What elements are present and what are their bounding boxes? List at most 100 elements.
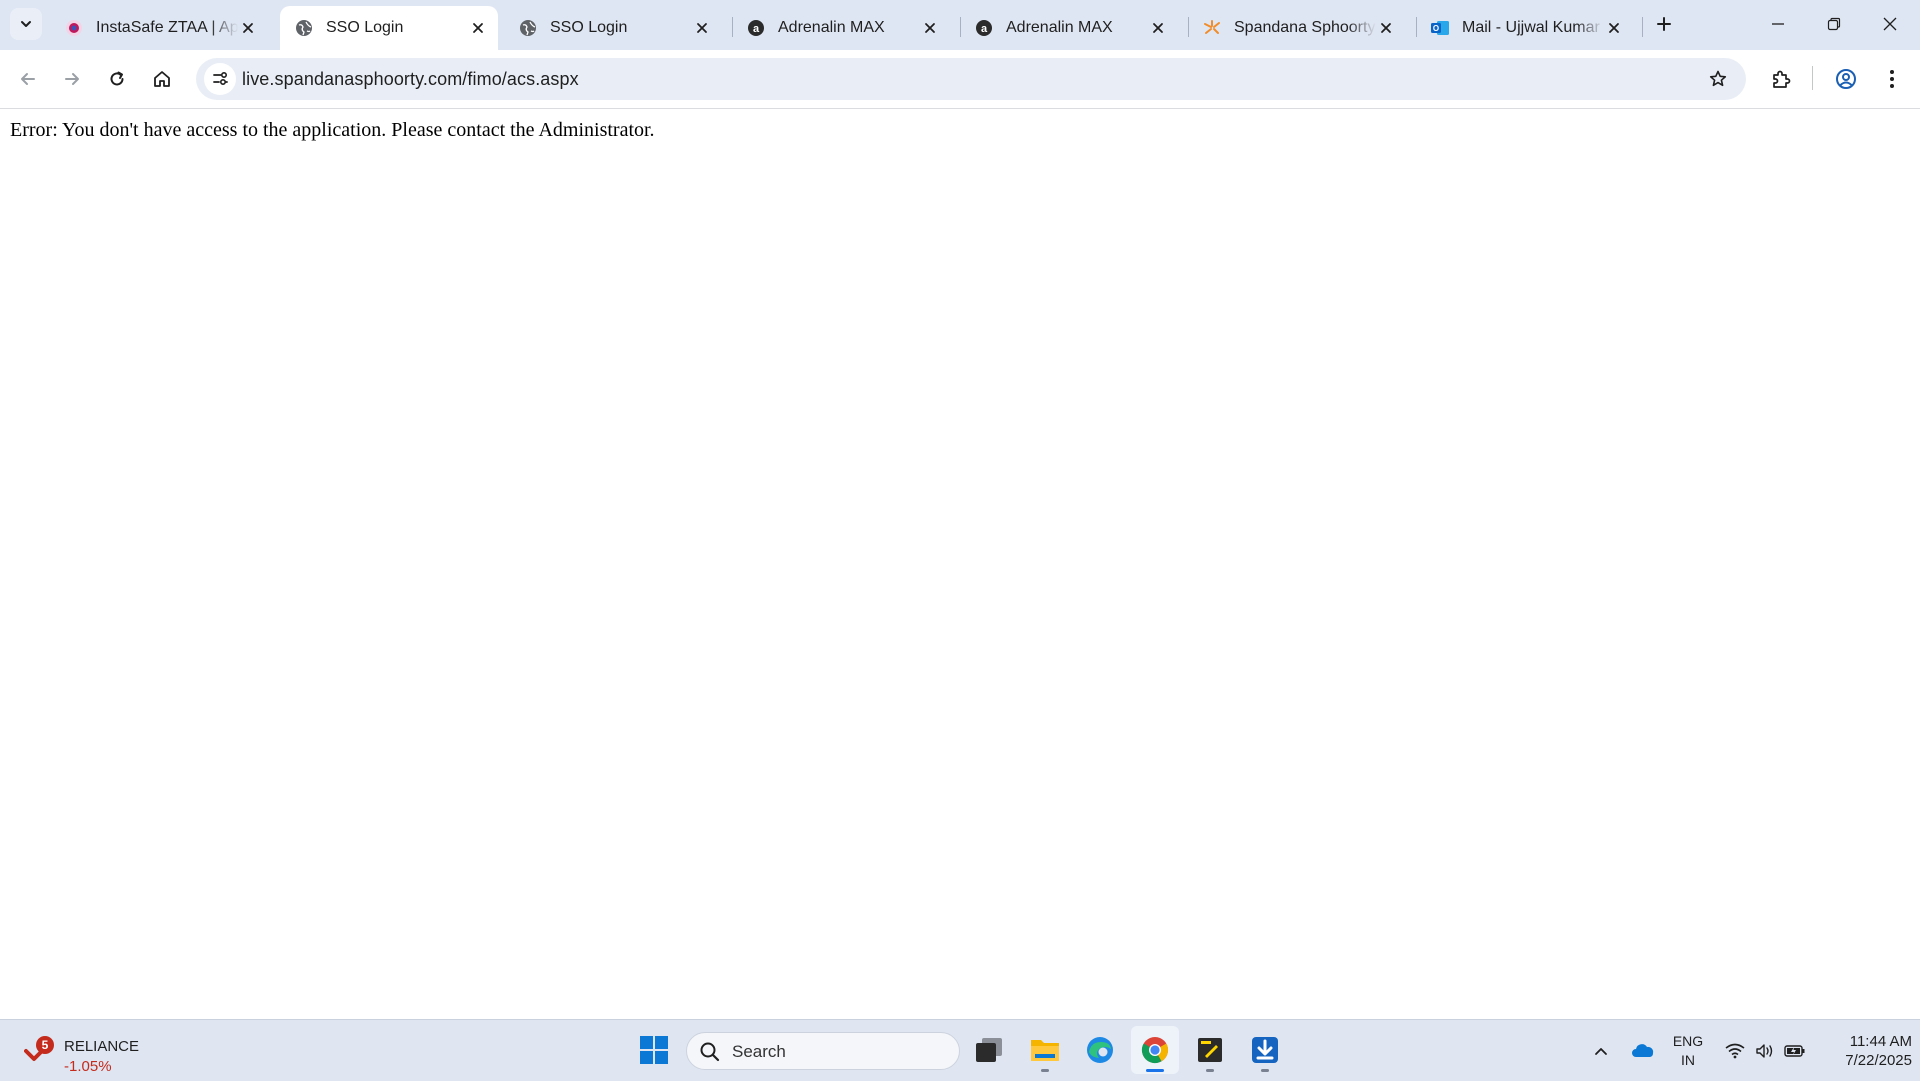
file-explorer-button[interactable] bbox=[1021, 1026, 1069, 1074]
adrenalin-icon: a bbox=[746, 18, 766, 38]
arrow-left-icon bbox=[21, 73, 35, 85]
task-view-button[interactable] bbox=[965, 1026, 1013, 1074]
tab-sso-login-active[interactable]: SSO Login bbox=[280, 6, 498, 50]
tab-mail[interactable]: O Mail - Ujjwal Kumar bbox=[1416, 6, 1634, 50]
volume-button[interactable] bbox=[1752, 1032, 1778, 1070]
svg-text:a: a bbox=[981, 23, 988, 35]
menu-button[interactable] bbox=[1874, 61, 1910, 97]
show-hidden-icons-button[interactable] bbox=[1586, 1032, 1616, 1070]
adrenalin-icon: a bbox=[974, 18, 994, 38]
back-button[interactable] bbox=[10, 61, 46, 97]
tab-spandana[interactable]: Spandana Sphoorty bbox=[1188, 6, 1406, 50]
bookmark-star-button[interactable] bbox=[1702, 63, 1734, 95]
stock-widget[interactable]: 5 RELIANCE -1.05% bbox=[24, 1028, 144, 1075]
chevron-up-icon bbox=[1595, 1048, 1607, 1055]
profile-icon bbox=[1836, 69, 1856, 89]
file-explorer-icon bbox=[1031, 1040, 1059, 1061]
onedrive-icon bbox=[1632, 1044, 1654, 1057]
taskbar: 5 RELIANCE -1.05% Search ENG IN 11:44 AM… bbox=[0, 1019, 1920, 1081]
address-bar[interactable]: live.spandanasphoorty.com/fimo/acs.aspx bbox=[196, 58, 1746, 100]
volume-icon bbox=[1756, 1044, 1773, 1058]
close-icon[interactable] bbox=[1376, 18, 1396, 38]
search-placeholder: Search bbox=[732, 1042, 786, 1061]
tab-title: SSO Login bbox=[550, 19, 628, 36]
close-icon bbox=[1883, 17, 1897, 31]
wifi-button[interactable] bbox=[1722, 1032, 1748, 1070]
toolbar-separator bbox=[1812, 66, 1813, 90]
restore-button[interactable] bbox=[1806, 0, 1862, 48]
tab-adrenalin-max[interactable]: a Adrenalin MAX bbox=[960, 6, 1178, 50]
running-indicator bbox=[1041, 1069, 1049, 1072]
chrome-icon bbox=[1141, 1037, 1169, 1064]
downloader-button[interactable] bbox=[1241, 1026, 1289, 1074]
language-indicator[interactable]: ENG IN bbox=[1660, 1032, 1716, 1070]
clock[interactable]: 11:44 AM 7/22/2025 bbox=[1812, 1032, 1912, 1070]
edge-button[interactable] bbox=[1076, 1026, 1124, 1074]
sticky-notes-icon bbox=[1198, 1038, 1222, 1062]
tab-title: Adrenalin MAX bbox=[778, 19, 885, 36]
close-icon[interactable] bbox=[692, 18, 712, 38]
stock-change: -1.05% bbox=[64, 1058, 112, 1075]
reload-icon bbox=[110, 71, 124, 86]
battery-button[interactable] bbox=[1782, 1032, 1808, 1070]
close-icon[interactable] bbox=[920, 18, 940, 38]
start-button[interactable] bbox=[630, 1026, 678, 1074]
tab-search-button[interactable] bbox=[10, 8, 42, 40]
home-button[interactable] bbox=[144, 61, 180, 97]
onedrive-button[interactable] bbox=[1626, 1032, 1660, 1070]
globe-icon bbox=[518, 18, 538, 38]
chevron-down-icon bbox=[21, 21, 31, 27]
puzzle-icon bbox=[1773, 70, 1791, 88]
instasafe-icon bbox=[64, 18, 84, 38]
start-icon bbox=[640, 1036, 668, 1064]
arrow-right-icon bbox=[65, 73, 79, 85]
url-text[interactable]: live.spandanasphoorty.com/fimo/acs.aspx bbox=[242, 69, 579, 90]
tab-strip: InstaSafe ZTAA | App SSO Login SSO Login… bbox=[0, 0, 1920, 50]
running-indicator bbox=[1206, 1069, 1214, 1072]
clock-date: 7/22/2025 bbox=[1845, 1052, 1912, 1069]
star-icon bbox=[1709, 70, 1727, 87]
sticky-notes-button[interactable] bbox=[1186, 1026, 1234, 1074]
running-indicator bbox=[1146, 1069, 1164, 1072]
new-tab-button[interactable] bbox=[1650, 10, 1678, 38]
tab-title: SSO Login bbox=[326, 19, 404, 36]
site-info-icon[interactable] bbox=[204, 63, 236, 95]
close-icon[interactable] bbox=[1148, 18, 1168, 38]
wifi-icon bbox=[1725, 1043, 1745, 1059]
globe-icon bbox=[294, 18, 314, 38]
close-window-button[interactable] bbox=[1862, 0, 1918, 48]
forward-button[interactable] bbox=[54, 61, 90, 97]
tab-sso-login[interactable]: SSO Login bbox=[504, 6, 722, 50]
tab-title: InstaSafe ZTAA | App bbox=[96, 19, 238, 36]
spandana-icon bbox=[1202, 18, 1222, 38]
tab-title: Adrenalin MAX bbox=[1006, 19, 1113, 36]
tab-adrenalin-max[interactable]: a Adrenalin MAX bbox=[732, 6, 950, 50]
notification-badge: 5 bbox=[36, 1036, 54, 1054]
clock-time: 11:44 AM bbox=[1849, 1033, 1912, 1050]
tab-title: Mail - Ujjwal Kumar bbox=[1462, 19, 1600, 36]
chrome-button[interactable] bbox=[1131, 1026, 1179, 1074]
more-vert-icon bbox=[1890, 70, 1894, 88]
home-icon bbox=[154, 71, 170, 87]
minimize-button[interactable] bbox=[1750, 0, 1806, 48]
profile-button[interactable] bbox=[1828, 61, 1864, 97]
downloader-icon bbox=[1252, 1037, 1278, 1063]
close-icon[interactable] bbox=[238, 18, 258, 38]
restore-icon bbox=[1827, 17, 1841, 31]
tab-separator bbox=[1642, 17, 1643, 37]
error-message: Error: You don't have access to the appl… bbox=[10, 119, 655, 141]
edge-icon bbox=[1087, 1037, 1113, 1063]
extensions-button[interactable] bbox=[1763, 61, 1799, 97]
tab-instasafe[interactable]: InstaSafe ZTAA | App bbox=[50, 6, 268, 50]
region-code: IN bbox=[1681, 1052, 1695, 1068]
search-icon bbox=[700, 1042, 720, 1062]
reload-button[interactable] bbox=[99, 61, 135, 97]
language-code: ENG bbox=[1672, 1033, 1704, 1049]
taskbar-search[interactable]: Search bbox=[686, 1032, 960, 1070]
minimize-icon bbox=[1772, 23, 1784, 25]
close-icon[interactable] bbox=[468, 18, 488, 38]
svg-text:a: a bbox=[753, 23, 760, 35]
browser-toolbar: live.spandanasphoorty.com/fimo/acs.aspx bbox=[0, 50, 1920, 109]
close-icon[interactable] bbox=[1604, 18, 1624, 38]
running-indicator bbox=[1261, 1069, 1269, 1072]
